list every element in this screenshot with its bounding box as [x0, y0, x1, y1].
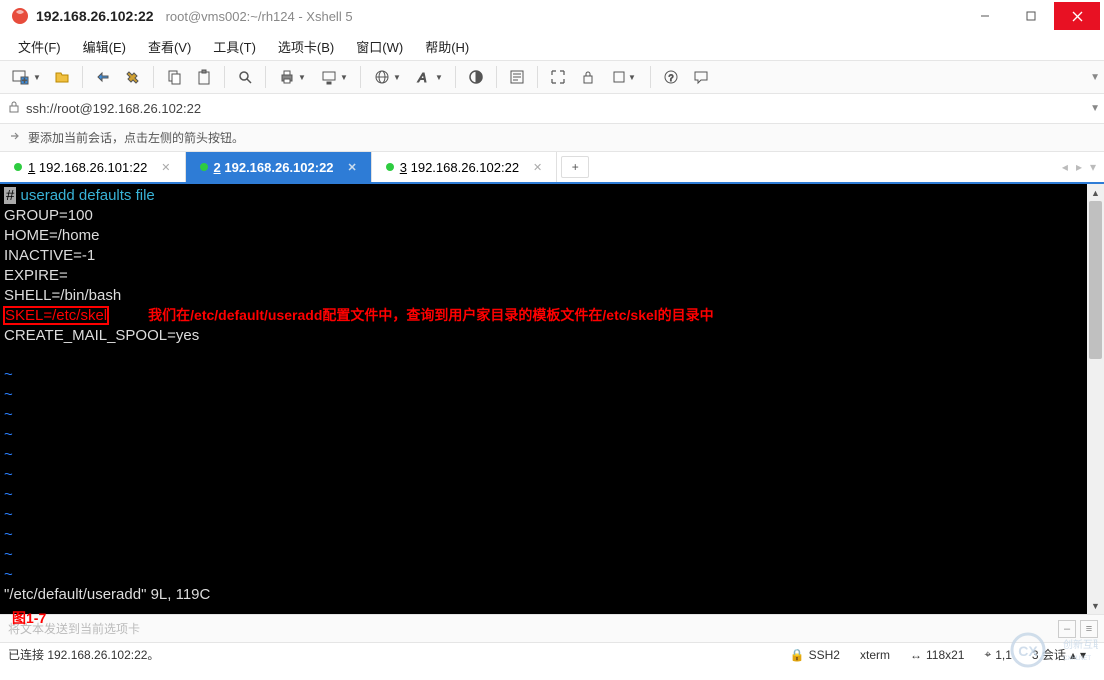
address-url: ssh://root@192.168.26.102:22 — [26, 101, 201, 116]
terminal[interactable]: # useradd defaults file GROUP=100 HOME=/… — [0, 184, 1087, 614]
color-scheme-button[interactable] — [462, 63, 490, 91]
tab-nav: ◂ ▸ ▾ — [1054, 152, 1104, 182]
status-size: ↔118x21 — [900, 648, 974, 662]
annotation: 我们在/etc/default/useradd配置文件中，查询到用户家目录的模板… — [148, 307, 714, 323]
menu-edit[interactable]: 编辑(E) — [73, 33, 136, 60]
title-subtitle: root@vms002:~/rh124 - Xshell 5 — [166, 9, 353, 24]
tab-list-icon[interactable]: ▾ — [1090, 160, 1096, 174]
status-dot-icon — [386, 163, 394, 171]
highlight-skel: SKEL=/etc/skel — [4, 307, 108, 324]
address-bar[interactable]: ssh://root@192.168.26.102:22 ▼ — [0, 94, 1104, 124]
open-button[interactable] — [48, 63, 76, 91]
fullscreen-button[interactable] — [544, 63, 572, 91]
svg-text:A: A — [417, 70, 427, 85]
status-protocol: 🔒SSH2 — [780, 648, 850, 662]
figure-caption: 图1-7 — [12, 608, 46, 628]
menu-tools[interactable]: 工具(T) — [203, 33, 266, 60]
status-dot-icon — [200, 163, 208, 171]
scroll-up-icon[interactable]: ▲ — [1087, 184, 1104, 201]
status-dot-icon — [14, 163, 22, 171]
status-bar: 已连接 192.168.26.102:22。 🔒SSH2 xterm ↔118x… — [0, 642, 1104, 666]
hint-bar: 要添加当前会话，点击左侧的箭头按钮。 — [0, 124, 1104, 152]
status-term: xterm — [850, 648, 900, 662]
hint-text: 要添加当前会话，点击左侧的箭头按钮。 — [28, 129, 244, 146]
toolbar: +▼ ▼ ▼ ▼ A▼ ▼ ? ▼ — [0, 60, 1104, 94]
tab-strip: 1 192.168.26.101:22 ✕ 2 192.168.26.102:2… — [0, 152, 1104, 184]
toolbar-sep — [650, 66, 651, 88]
toolbar-sep — [360, 66, 361, 88]
tab-close-icon[interactable]: ✕ — [161, 161, 170, 174]
scroll-down-icon[interactable]: ▼ — [1087, 597, 1104, 614]
toolbar-sep — [153, 66, 154, 88]
new-session-button[interactable]: +▼ — [6, 63, 46, 91]
menu-bar: 文件(F) 编辑(E) 查看(V) 工具(T) 选项卡(B) 窗口(W) 帮助(… — [0, 32, 1104, 60]
lock-button[interactable] — [574, 63, 602, 91]
title-bar: 192.168.26.102:22 root@vms002:~/rh124 - … — [0, 0, 1104, 32]
maximize-button[interactable] — [1008, 2, 1054, 30]
title-host: 192.168.26.102:22 — [36, 8, 154, 24]
tab-prev-icon[interactable]: ◂ — [1062, 160, 1068, 174]
menu-window[interactable]: 窗口(W) — [346, 33, 413, 60]
svg-text:?: ? — [668, 73, 673, 83]
lock-icon — [8, 101, 20, 116]
toolbar-sep — [496, 66, 497, 88]
toolbar-sep — [455, 66, 456, 88]
lock-small-icon: 🔒 — [790, 648, 805, 662]
app-icon — [10, 6, 30, 26]
menu-tabs[interactable]: 选项卡(B) — [268, 33, 344, 60]
terminal-area: # useradd defaults file GROUP=100 HOME=/… — [0, 184, 1104, 614]
menu-help[interactable]: 帮助(H) — [415, 33, 479, 60]
tab-next-icon[interactable]: ▸ — [1076, 160, 1082, 174]
close-button[interactable] — [1054, 2, 1100, 30]
broadcast-input-bar[interactable]: 将文本发送到当前选项卡 – ≡ — [0, 614, 1104, 642]
svg-text:创新互联: 创新互联 — [1063, 638, 1098, 651]
connect-button[interactable] — [89, 63, 117, 91]
profile-dropdown[interactable]: ▼ — [604, 63, 644, 91]
cursor-icon: ⌖ — [984, 647, 991, 662]
status-connected: 已连接 192.168.26.102:22。 — [8, 646, 780, 663]
address-dropdown-icon[interactable]: ▼ — [1090, 103, 1100, 114]
svg-text:CX: CX — [1018, 643, 1038, 659]
menu-file[interactable]: 文件(F) — [8, 33, 71, 60]
watermark-logo: CX 创新互联 CXHLNET — [1008, 630, 1098, 670]
scroll-thumb[interactable] — [1089, 201, 1102, 359]
svg-text:CXHLNET: CXHLNET — [1063, 656, 1091, 662]
session-tab-2[interactable]: 2 192.168.26.102:22 ✕ — [186, 152, 372, 182]
font-button[interactable]: A▼ — [409, 63, 449, 91]
script-button[interactable] — [503, 63, 531, 91]
svg-text:+: + — [22, 76, 27, 85]
minimize-button[interactable] — [962, 2, 1008, 30]
tab-close-icon[interactable]: ✕ — [533, 161, 542, 174]
paste-button[interactable] — [190, 63, 218, 91]
hint-arrow-icon[interactable] — [8, 129, 22, 146]
tab-add-button[interactable]: + — [561, 156, 589, 178]
copy-button[interactable] — [160, 63, 188, 91]
chat-button[interactable] — [687, 63, 715, 91]
session-tab-3[interactable]: 3 192.168.26.102:22 ✕ — [372, 152, 558, 182]
tab-close-icon[interactable]: ✕ — [348, 161, 357, 174]
window-controls — [962, 2, 1100, 30]
toolbar-sep — [82, 66, 83, 88]
menu-view[interactable]: 查看(V) — [138, 33, 201, 60]
prompt-hash: # — [4, 187, 16, 204]
toolbar-sep — [537, 66, 538, 88]
transfer-button[interactable]: ▼ — [314, 63, 354, 91]
vim-status-line: "/etc/default/useradd" 9L, 119C — [4, 586, 210, 603]
globe-button[interactable]: ▼ — [367, 63, 407, 91]
scrollbar[interactable]: ▲ ▼ — [1087, 184, 1104, 614]
help-button[interactable]: ? — [657, 63, 685, 91]
toolbar-sep — [224, 66, 225, 88]
toolbar-overflow-icon[interactable]: ▼ — [1090, 72, 1100, 83]
resize-icon: ↔ — [910, 648, 922, 662]
disconnect-button[interactable] — [119, 63, 147, 91]
session-tab-1[interactable]: 1 192.168.26.101:22 ✕ — [0, 152, 186, 182]
toolbar-sep — [265, 66, 266, 88]
scroll-track[interactable] — [1087, 201, 1104, 597]
find-button[interactable] — [231, 63, 259, 91]
print-button[interactable]: ▼ — [272, 63, 312, 91]
